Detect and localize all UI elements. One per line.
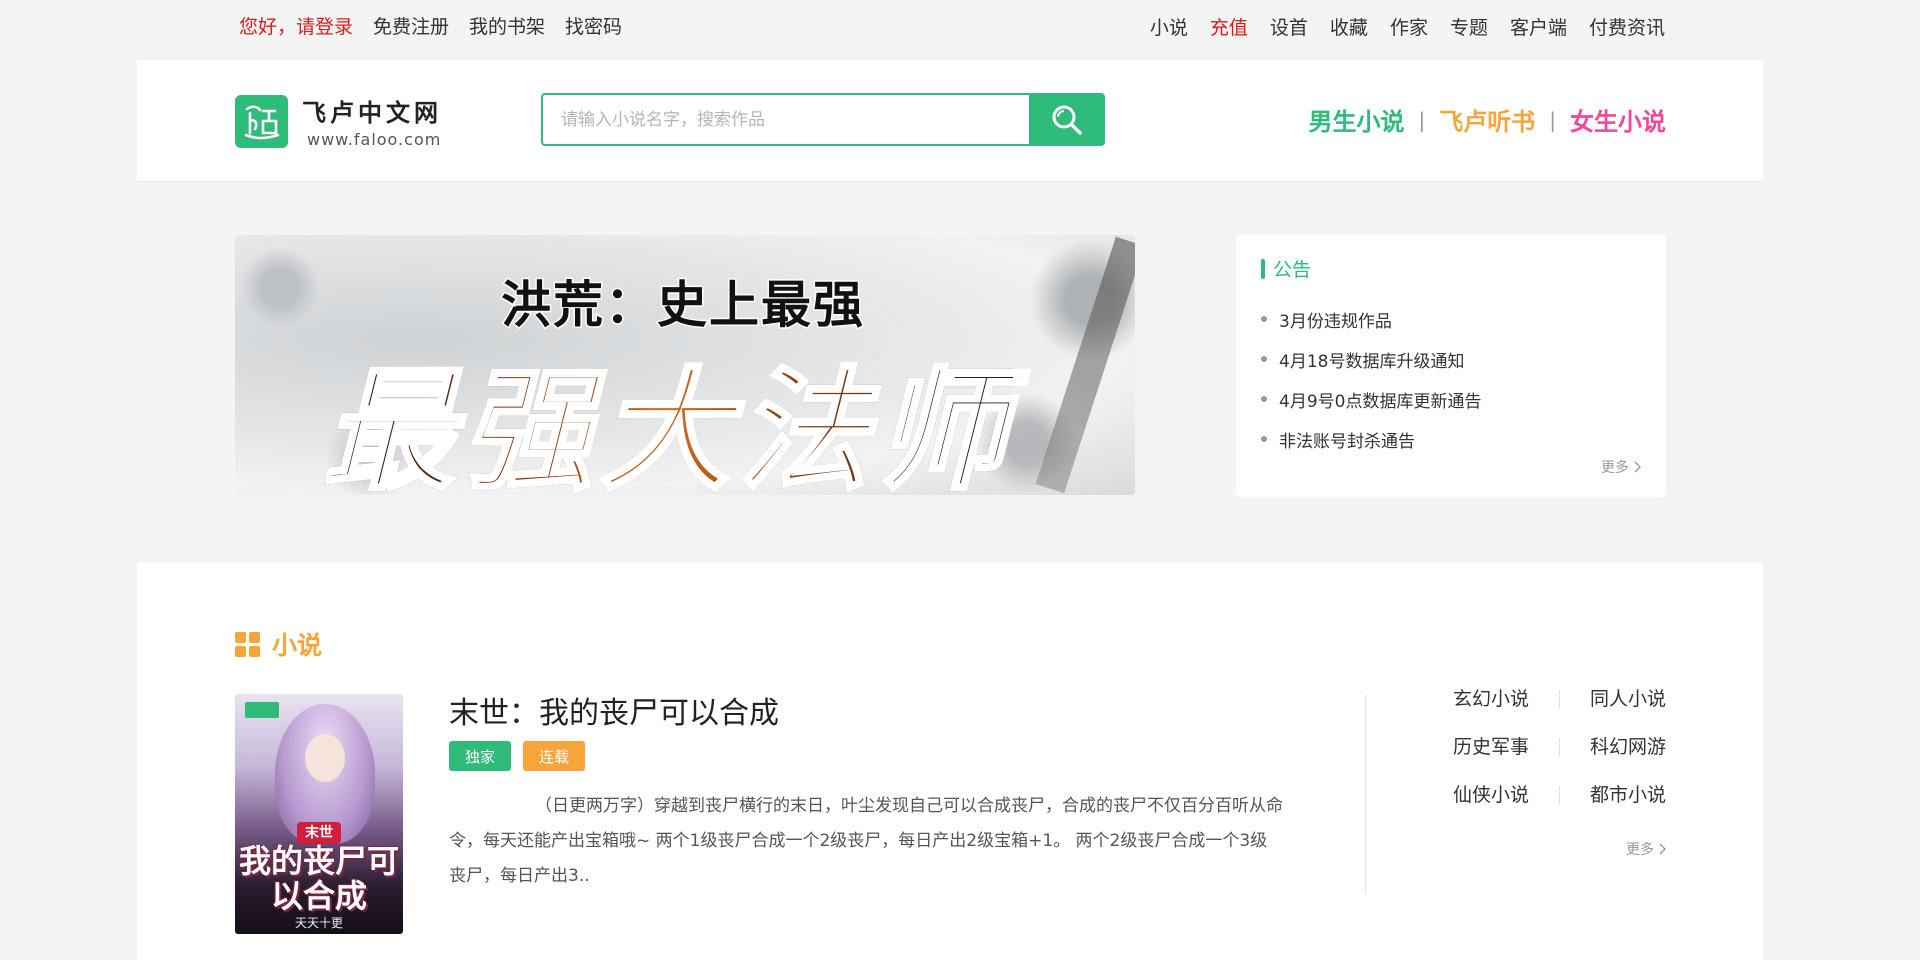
nav-novel[interactable]: 小说: [1150, 13, 1188, 40]
channel-separator: |: [1549, 107, 1556, 132]
bullet-icon: [1261, 356, 1267, 362]
logo-text: 飞卢中文网 www.faloo.com: [302, 93, 442, 149]
nav-author[interactable]: 作家: [1390, 13, 1428, 40]
category-divider: [1558, 786, 1560, 804]
nav-set-homepage[interactable]: 设首: [1270, 13, 1308, 40]
nav-client[interactable]: 客户端: [1510, 13, 1567, 40]
title-bar: [1261, 258, 1265, 279]
notice-title: 公告: [1261, 255, 1311, 282]
user-links: 您好，请登录 免费注册 我的书架 找密码: [239, 12, 622, 39]
category-history[interactable]: 历史军事: [1453, 735, 1529, 759]
notice-item-text: 4月9号0点数据库更新通告: [1279, 391, 1482, 412]
search-icon: [1052, 105, 1082, 135]
chevron-right-icon: [1634, 461, 1641, 473]
banner-title: 最强大法师: [321, 325, 1013, 495]
notice-item-text: 4月18号数据库升级通知: [1279, 351, 1465, 372]
more-label: 更多: [1601, 460, 1629, 476]
bookshelf-link[interactable]: 我的书架: [469, 12, 545, 39]
logo-name: 飞卢中文网: [302, 99, 442, 127]
tag-exclusive: 独家: [449, 741, 512, 771]
section-title: 小说: [235, 626, 322, 662]
bullet-icon: [1261, 316, 1267, 322]
cover-big-title: 我的丧尸可以合成: [238, 842, 399, 916]
notice-item[interactable]: 非法账号封杀通告: [1261, 419, 1481, 459]
cover-art-face: [305, 734, 345, 782]
novel-section: 小说 末世 我的丧尸可以合成 天天十更 末世：我的丧尸可以合成 独家 连载 （日…: [137, 563, 1763, 960]
category-fantasy[interactable]: 玄幻小说: [1453, 687, 1529, 711]
nav-topics[interactable]: 专题: [1450, 13, 1488, 40]
cover-small-title-text: 末世: [305, 825, 333, 841]
find-password-link[interactable]: 找密码: [565, 12, 622, 39]
logo-url: www.faloo.com: [307, 130, 442, 149]
category-fanfic[interactable]: 同人小说: [1590, 687, 1666, 711]
channel-separator: |: [1418, 107, 1426, 132]
divider: [1365, 694, 1366, 894]
more-label: 更多: [1626, 842, 1654, 858]
notice-item[interactable]: 4月9号0点数据库更新通告: [1261, 379, 1481, 419]
category-scifi[interactable]: 科幻网游: [1590, 735, 1666, 759]
category-divider: [1558, 738, 1560, 756]
publisher-badge: [245, 702, 279, 718]
audiobook-link[interactable]: 飞卢听书: [1439, 102, 1535, 137]
notice-item-text: 3月份违规作品: [1279, 311, 1392, 332]
book-title[interactable]: 末世：我的丧尸可以合成: [449, 688, 779, 732]
top-nav: 小说 充值 设首 收藏 作家 专题 客户端 付费资讯: [1150, 13, 1665, 40]
section-title-text: 小说: [272, 631, 323, 660]
nav-paid-news[interactable]: 付费资讯: [1589, 13, 1665, 40]
cover-small-title: 末世: [235, 822, 403, 842]
search-bar: [541, 93, 1105, 146]
notice-more-link[interactable]: 更多: [1601, 457, 1641, 477]
male-novel-link[interactable]: 男生小说: [1309, 102, 1405, 137]
nav-recharge[interactable]: 充值: [1210, 13, 1248, 40]
notice-list: 3月份违规作品 4月18号数据库升级通知 4月9号0点数据库更新通告 非法账号封…: [1261, 299, 1481, 459]
register-link[interactable]: 免费注册: [373, 12, 449, 39]
promo-banner[interactable]: 洪荒：史上最强 最强大法师: [235, 235, 1135, 495]
book-tags: 独家 连载: [449, 741, 586, 771]
bullet-icon: [1261, 436, 1267, 442]
logo-icon: [235, 94, 288, 148]
category-divider: [1558, 690, 1560, 708]
book-cover[interactable]: 末世 我的丧尸可以合成 天天十更: [235, 694, 403, 934]
notice-panel: 公告 3月份违规作品 4月18号数据库升级通知 4月9号0点数据库更新通告 非法…: [1236, 235, 1666, 497]
grid-icon: [235, 631, 260, 657]
category-links: 玄幻小说 同人小说 历史军事 科幻网游 仙侠小说 都市小说: [1453, 687, 1666, 807]
category-xianxia[interactable]: 仙侠小说: [1453, 783, 1529, 807]
search-input[interactable]: [541, 93, 1029, 146]
bullet-icon: [1261, 396, 1267, 402]
category-urban[interactable]: 都市小说: [1590, 783, 1666, 807]
notice-title-text: 公告: [1273, 259, 1312, 281]
tag-serializing: 连载: [523, 741, 586, 771]
chevron-right-icon: [1659, 843, 1666, 855]
female-novel-link[interactable]: 女生小说: [1570, 102, 1666, 137]
book-description: （日更两万字）穿越到丧尸横行的末日，叶尘发现自己可以合成丧尸，合成的丧尸不仅百分…: [449, 796, 1283, 886]
notice-item-text: 非法账号封杀通告: [1279, 431, 1415, 452]
notice-item[interactable]: 3月份违规作品: [1261, 299, 1481, 339]
cover-author: 天天十更: [294, 916, 343, 930]
top-bar: 您好，请登录 免费注册 我的书架 找密码 小说 充值 设首 收藏 作家 专题 客…: [0, 0, 1920, 60]
notice-item[interactable]: 4月18号数据库升级通知: [1261, 339, 1481, 379]
channel-links: 男生小说 | 飞卢听书 | 女生小说: [1309, 102, 1667, 137]
nav-favorite[interactable]: 收藏: [1330, 13, 1368, 40]
section-more-link[interactable]: 更多: [1626, 839, 1666, 859]
header: 飞卢中文网 www.faloo.com 男生小说 | 飞卢听书 | 女生小说: [137, 60, 1763, 182]
site-logo[interactable]: 飞卢中文网 www.faloo.com: [235, 93, 442, 149]
login-link[interactable]: 您好，请登录: [239, 12, 353, 39]
search-button[interactable]: [1029, 93, 1105, 146]
